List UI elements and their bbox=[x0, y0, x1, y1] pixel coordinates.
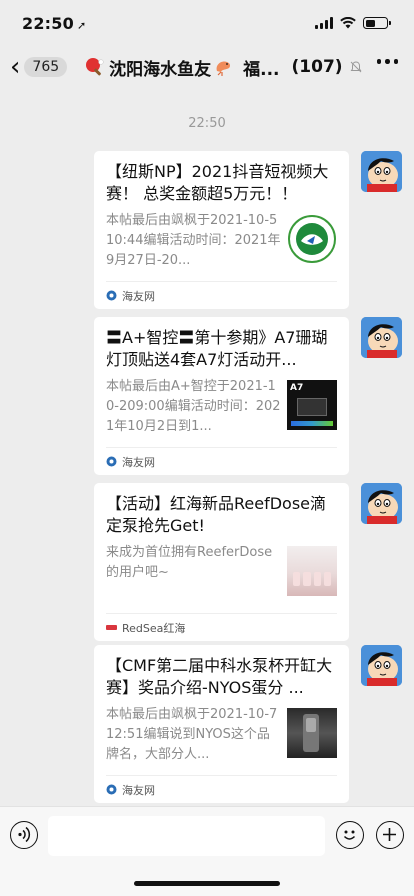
chat-title[interactable]: 沈阳海水鱼友 福... (107) bbox=[85, 55, 362, 80]
status-time: 22:50 ➚ bbox=[22, 14, 86, 33]
chat-title-suffix: 福... bbox=[243, 59, 280, 80]
link-card[interactable]: 【CMF第二届中科水泵杯开缸大赛】奖品介绍-NYOS蛋分 ... 本帖最后由飒枫… bbox=[94, 645, 349, 803]
card-description: 本帖最后由飒枫于2021-10-510:44编辑活动时间：2021年9月27日-… bbox=[106, 213, 281, 268]
avatar-cartoon-icon bbox=[361, 483, 402, 524]
avatar-cartoon-icon bbox=[361, 645, 402, 686]
card-title: 【活动】红海新品ReefDose滴定泵抢先Get! bbox=[106, 494, 327, 535]
signal-icon bbox=[315, 17, 333, 29]
link-card[interactable]: 【纽斯NP】2021抖音短视频大赛！ 总奖金额超5万元！！ 本帖最后由飒枫于20… bbox=[94, 151, 349, 309]
emoji-icon bbox=[343, 830, 356, 840]
link-card[interactable]: 【活动】红海新品ReefDose滴定泵抢先Get! 来成为首位拥有ReeferD… bbox=[94, 483, 349, 641]
card-source: RedSea红海 bbox=[122, 621, 186, 635]
source-logo-icon bbox=[106, 456, 117, 467]
wifi-icon bbox=[340, 17, 356, 29]
location-arrow-icon: ➚ bbox=[76, 18, 87, 32]
avatar[interactable] bbox=[361, 483, 402, 524]
source-logo-icon bbox=[106, 290, 117, 301]
a7-light-image: A7 bbox=[287, 380, 337, 430]
member-count: (107) bbox=[291, 57, 343, 77]
emoji-button[interactable] bbox=[336, 821, 364, 849]
card-title: 【纽斯NP】2021抖音短视频大赛！ 总奖金额超5万元！！ bbox=[106, 162, 329, 203]
card-source: 海友网 bbox=[122, 289, 155, 303]
card-description: 本帖最后由A+智控于2021-10-209:00编辑活动时间：2021年10月2… bbox=[106, 379, 281, 434]
message-input[interactable] bbox=[48, 816, 325, 856]
card-description: 本帖最后由飒枫于2021-10-712:51编辑说到NYOS这个品牌名，大部分人… bbox=[106, 707, 278, 762]
back-button[interactable]: ‹ 765 bbox=[10, 52, 68, 82]
card-title: 【CMF第二届中科水泵杯开缸大赛】奖品介绍-NYOS蛋分 ... bbox=[106, 656, 333, 697]
unread-count-badge: 765 bbox=[24, 57, 68, 77]
shrimp-icon bbox=[216, 61, 231, 76]
more-dots-icon bbox=[376, 59, 381, 64]
ping-pong-paddle-icon bbox=[86, 58, 104, 76]
avatar[interactable] bbox=[361, 317, 402, 358]
avatar[interactable] bbox=[361, 151, 402, 192]
link-card[interactable]: 〓A+智控〓第十参期》A7珊瑚灯顶贴送4套A7灯活动开... 本帖最后由A+智控… bbox=[94, 317, 349, 475]
source-logo-icon bbox=[106, 784, 117, 795]
mute-bell-icon bbox=[350, 61, 361, 73]
thumb-label: A7 bbox=[290, 383, 304, 393]
card-title: 〓A+智控〓第十参期》A7珊瑚灯顶贴送4套A7灯活动开... bbox=[106, 328, 328, 369]
card-source: 海友网 bbox=[122, 783, 155, 797]
battery-icon bbox=[363, 17, 391, 29]
reefdose-image bbox=[287, 546, 337, 596]
avatar-cartoon-icon bbox=[361, 317, 402, 358]
clock-text: 22:50 bbox=[22, 13, 74, 33]
home-indicator[interactable] bbox=[134, 881, 280, 886]
redsea-logo-icon bbox=[106, 625, 117, 630]
nyos-skimmer-image bbox=[287, 708, 337, 758]
voice-button[interactable] bbox=[10, 821, 38, 849]
status-bar: 22:50 ➚ bbox=[0, 0, 414, 46]
np-logo-icon bbox=[288, 215, 336, 263]
chat-title-text: 沈阳海水鱼友 bbox=[109, 59, 212, 80]
chat-header: ‹ 765 沈阳海水鱼友 福... (107) bbox=[0, 46, 414, 88]
back-chevron-icon: ‹ bbox=[10, 52, 21, 82]
card-source: 海友网 bbox=[122, 455, 155, 469]
status-icons bbox=[315, 17, 391, 29]
voice-icon bbox=[18, 826, 31, 843]
avatar[interactable] bbox=[361, 645, 402, 686]
plus-icon bbox=[383, 828, 396, 841]
message-timestamp: 22:50 bbox=[188, 116, 226, 131]
avatar-cartoon-icon bbox=[361, 151, 402, 192]
plus-button[interactable] bbox=[376, 821, 404, 849]
more-button[interactable] bbox=[376, 59, 398, 64]
card-description: 来成为首位拥有ReeferDose的用户吧~ bbox=[106, 545, 273, 580]
